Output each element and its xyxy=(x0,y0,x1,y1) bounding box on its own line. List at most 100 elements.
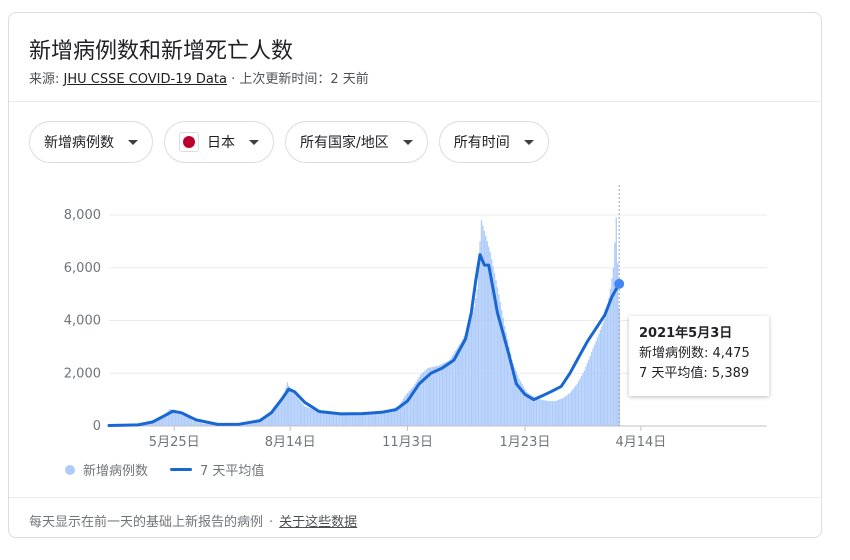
case-bar xyxy=(370,412,372,426)
case-bar xyxy=(608,297,610,426)
case-bar xyxy=(477,265,480,426)
case-bar xyxy=(340,413,342,426)
case-bar xyxy=(354,414,357,426)
case-bar xyxy=(432,366,435,426)
x-tick-label: 1月23日 xyxy=(500,435,551,450)
case-bar xyxy=(476,288,478,426)
case-bar xyxy=(438,365,441,426)
hover-point xyxy=(614,278,625,289)
y-tick-label: 4,000 xyxy=(64,314,101,329)
footer-separator: · xyxy=(269,515,274,530)
case-bar xyxy=(540,399,542,426)
case-bar xyxy=(312,409,315,426)
case-bar xyxy=(479,241,481,426)
case-bar xyxy=(330,412,332,426)
case-bar xyxy=(582,373,584,426)
case-bar xyxy=(344,413,346,426)
case-bar xyxy=(567,394,570,426)
legend-bars-label: 新增病例数 xyxy=(83,464,149,479)
case-bar xyxy=(482,225,484,426)
case-bar xyxy=(186,416,188,426)
case-bar xyxy=(269,414,271,426)
case-bar xyxy=(315,410,317,426)
case-bar xyxy=(475,298,477,426)
case-bar xyxy=(566,395,568,426)
case-bar xyxy=(538,399,541,426)
case-bar xyxy=(604,318,606,426)
case-bar xyxy=(319,411,322,426)
case-bar xyxy=(435,365,438,426)
divider-bottom xyxy=(9,497,821,498)
case-bar xyxy=(196,421,199,426)
case-bar xyxy=(605,315,607,426)
case-bar xyxy=(305,406,307,426)
case-bar xyxy=(470,317,472,426)
case-bar xyxy=(570,391,572,426)
case-bar xyxy=(327,412,329,426)
case-bar xyxy=(311,408,313,426)
case-bar xyxy=(430,367,432,426)
case-bar xyxy=(198,422,200,426)
case-bar xyxy=(322,412,325,426)
case-bar xyxy=(332,413,335,426)
case-bar xyxy=(461,338,464,426)
case-bar xyxy=(450,357,452,426)
case-bar xyxy=(609,288,612,426)
case-bar xyxy=(561,398,564,426)
case-bar xyxy=(390,410,393,426)
cases-chart[interactable]: 0 2,000 4,000 6,000 8,000 5月25日 8月14日 11月3日 1月23… xyxy=(9,13,821,483)
case-bar xyxy=(302,404,304,426)
x-tick-label: 8月14日 xyxy=(265,435,316,450)
case-bar xyxy=(473,307,475,426)
case-bar xyxy=(298,399,300,426)
case-bar xyxy=(446,361,448,426)
case-bar xyxy=(537,398,539,426)
case-bar xyxy=(588,359,590,426)
case-bar xyxy=(317,410,319,426)
case-bar xyxy=(453,353,455,426)
case-bar xyxy=(459,344,461,426)
case-bar xyxy=(556,400,558,426)
case-bar xyxy=(443,363,445,426)
covid-card: 新增病例数和新增死亡人数 来源: JHU CSSE COVID-19 Data … xyxy=(8,12,822,538)
case-bar xyxy=(188,417,190,426)
case-bar xyxy=(351,414,354,426)
case-bar xyxy=(437,365,439,426)
case-bar xyxy=(553,400,555,426)
case-bar xyxy=(267,415,270,426)
case-bar xyxy=(356,414,358,426)
case-bar xyxy=(293,394,296,426)
case-bar xyxy=(306,407,309,426)
case-bar xyxy=(321,411,323,426)
case-bar xyxy=(441,363,444,426)
case-bar xyxy=(277,404,280,426)
case-bar xyxy=(328,412,330,426)
case-bar xyxy=(541,399,544,426)
case-bar xyxy=(295,395,297,426)
case-bar xyxy=(606,306,609,426)
case-bar xyxy=(179,412,181,426)
case-bar xyxy=(434,366,436,426)
case-bar xyxy=(299,400,301,426)
case-bar xyxy=(389,410,391,426)
case-bar xyxy=(546,400,548,426)
case-bar xyxy=(318,411,320,426)
case-bar xyxy=(343,413,345,426)
legend-line-swatch xyxy=(170,468,193,471)
case-bar xyxy=(195,421,197,426)
case-bar xyxy=(279,402,281,426)
case-bar xyxy=(308,407,310,426)
case-bar xyxy=(347,414,349,426)
case-bar xyxy=(359,414,361,426)
case-bar xyxy=(466,331,468,426)
case-bar xyxy=(373,412,375,426)
about-data-link[interactable]: 关于这些数据 xyxy=(279,515,357,530)
case-bar xyxy=(334,413,336,426)
case-bar xyxy=(264,418,267,426)
case-bar xyxy=(366,413,368,426)
chart-legend: 新增病例数 7 天平均值 xyxy=(65,460,264,479)
case-bar xyxy=(331,413,333,426)
case-bar xyxy=(369,413,371,426)
case-bar xyxy=(275,408,277,426)
case-bar xyxy=(367,413,370,426)
